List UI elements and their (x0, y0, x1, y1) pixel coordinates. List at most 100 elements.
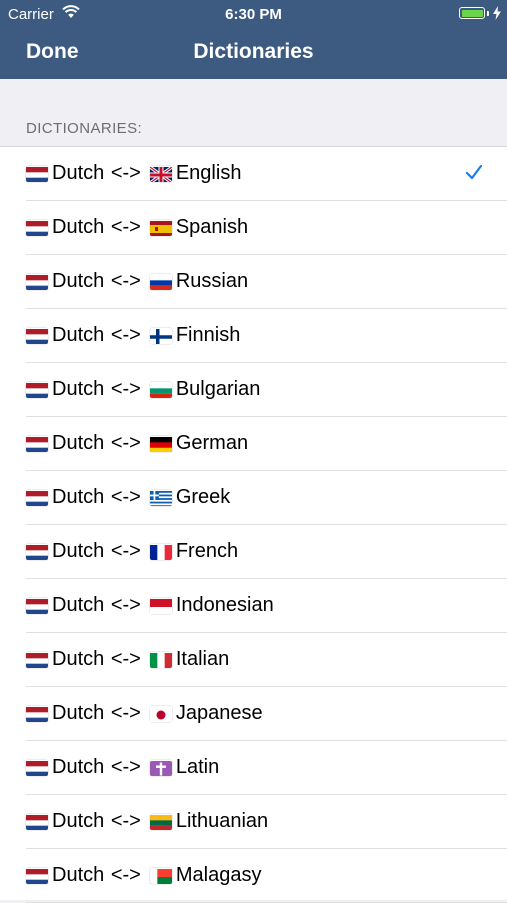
dictionary-label: Dutch <-> Russian (26, 270, 248, 293)
target-language-label: French (175, 540, 239, 562)
page-title: Dictionaries (193, 40, 314, 63)
dictionary-row-greek[interactable]: Dutch <-> Greek (26, 471, 507, 525)
dictionary-row-japanese[interactable]: Dutch <-> Japanese (26, 687, 507, 741)
language-separator: <-> (110, 486, 141, 508)
battery-nub (487, 11, 489, 16)
dictionary-label: Dutch <-> German (26, 432, 248, 455)
japan-flag (149, 706, 172, 722)
source-language-label: Dutch (52, 864, 105, 886)
source-language-label: Dutch (52, 648, 105, 670)
spain-flag (149, 220, 172, 236)
uk-flag (149, 165, 172, 182)
dictionary-label: Dutch <-> Latin (26, 756, 219, 779)
france-flag (149, 544, 172, 560)
source-language-label: Dutch (52, 810, 105, 832)
language-separator: <-> (110, 162, 141, 184)
dictionary-label: Dutch <-> Greek (26, 486, 230, 509)
italy-flag (149, 652, 172, 668)
netherlands-flag (26, 166, 48, 182)
navigation-bar: Carrier 6:30 PM Done Dictionaries (0, 0, 507, 79)
netherlands-flag (26, 706, 48, 722)
source-language-label: Dutch (52, 594, 105, 616)
language-separator: <-> (110, 540, 141, 562)
source-language-label: Dutch (52, 486, 105, 508)
source-language-label: Dutch (52, 378, 105, 400)
dictionary-row-russian[interactable]: Dutch <-> Russian (26, 255, 507, 309)
dictionary-row-lithuanian[interactable]: Dutch <-> Lithuanian (26, 795, 507, 849)
language-separator: <-> (110, 864, 141, 886)
source-language-label: Dutch (52, 270, 105, 292)
bulgaria-flag (149, 382, 172, 398)
target-language-label: Latin (175, 756, 220, 778)
dictionary-label: Dutch <-> Italian (26, 648, 229, 671)
source-language-label: Dutch (52, 540, 105, 562)
netherlands-flag (26, 220, 48, 236)
checkmark-icon (465, 161, 483, 183)
netherlands-flag (26, 328, 48, 344)
netherlands-flag (26, 274, 48, 290)
dictionary-row-bulgarian[interactable]: Dutch <-> Bulgarian (26, 363, 507, 417)
status-time: 6:30 PM (225, 6, 282, 23)
netherlands-flag (26, 652, 48, 668)
dictionary-row-italian[interactable]: Dutch <-> Italian (26, 633, 507, 687)
finland-flag (149, 328, 172, 344)
target-language-label: Spanish (175, 216, 249, 238)
germany-flag (149, 436, 172, 452)
dictionary-row-german[interactable]: Dutch <-> German (26, 417, 507, 471)
dictionary-row-malagasy[interactable]: Dutch <-> Malagasy (26, 849, 507, 903)
language-separator: <-> (110, 270, 141, 292)
dictionary-row-latin[interactable]: Dutch <-> Latin (26, 741, 507, 795)
dictionary-row-french[interactable]: Dutch <-> French (26, 525, 507, 579)
dictionary-label: Dutch <-> Lithuanian (26, 810, 268, 833)
target-language-label: Lithuanian (175, 810, 269, 832)
target-language-label: Indonesian (175, 594, 274, 616)
netherlands-flag (26, 598, 48, 614)
target-language-label: Greek (175, 486, 231, 508)
language-separator: <-> (110, 702, 141, 724)
source-language-label: Dutch (52, 216, 105, 238)
russia-flag (149, 274, 172, 290)
madagascar-flag (149, 868, 172, 884)
language-separator: <-> (110, 432, 141, 454)
netherlands-flag (26, 436, 48, 452)
lithuania-flag (149, 814, 172, 830)
indonesia-flag (149, 598, 172, 614)
language-separator: <-> (110, 378, 141, 400)
dictionary-label: Dutch <-> Malagasy (26, 864, 261, 887)
source-language-label: Dutch (52, 432, 105, 454)
dictionary-label: Dutch <-> English (26, 162, 241, 185)
target-language-label: Bulgarian (175, 378, 261, 400)
dictionary-label: Dutch <-> Japanese (26, 702, 263, 725)
dictionary-label: Dutch <-> Spanish (26, 216, 248, 239)
target-language-label: Russian (175, 270, 249, 292)
target-language-label: Italian (175, 648, 230, 670)
target-language-label: Japanese (175, 702, 263, 724)
dictionary-row-indonesian[interactable]: Dutch <-> Indonesian (26, 579, 507, 633)
language-separator: <-> (110, 324, 141, 346)
language-separator: <-> (110, 756, 141, 778)
language-separator: <-> (110, 216, 141, 238)
language-separator: <-> (110, 594, 141, 616)
language-separator: <-> (110, 648, 141, 670)
dictionary-label: Dutch <-> Indonesian (26, 594, 274, 617)
target-language-label: German (175, 432, 249, 454)
netherlands-flag (26, 490, 48, 506)
source-language-label: Dutch (52, 756, 105, 778)
source-language-label: Dutch (52, 162, 105, 184)
language-separator: <-> (110, 810, 141, 832)
netherlands-flag (26, 760, 48, 776)
dictionary-row-finnish[interactable]: Dutch <-> Finnish (26, 309, 507, 363)
dictionary-row-english[interactable]: Dutch <-> English (26, 147, 507, 201)
source-language-label: Dutch (52, 702, 105, 724)
dictionary-row-spanish[interactable]: Dutch <-> Spanish (26, 201, 507, 255)
netherlands-flag (26, 382, 48, 398)
dictionary-label: Dutch <-> Finnish (26, 324, 240, 347)
source-language-label: Dutch (52, 324, 105, 346)
latin-cross-icon (149, 760, 172, 776)
dictionary-label: Dutch <-> French (26, 540, 238, 563)
status-bar: Carrier 6:30 PM (0, 0, 507, 28)
greece-flag (149, 490, 172, 506)
target-language-label: Finnish (175, 324, 241, 346)
target-language-label: Malagasy (175, 864, 262, 886)
netherlands-flag (26, 868, 48, 884)
